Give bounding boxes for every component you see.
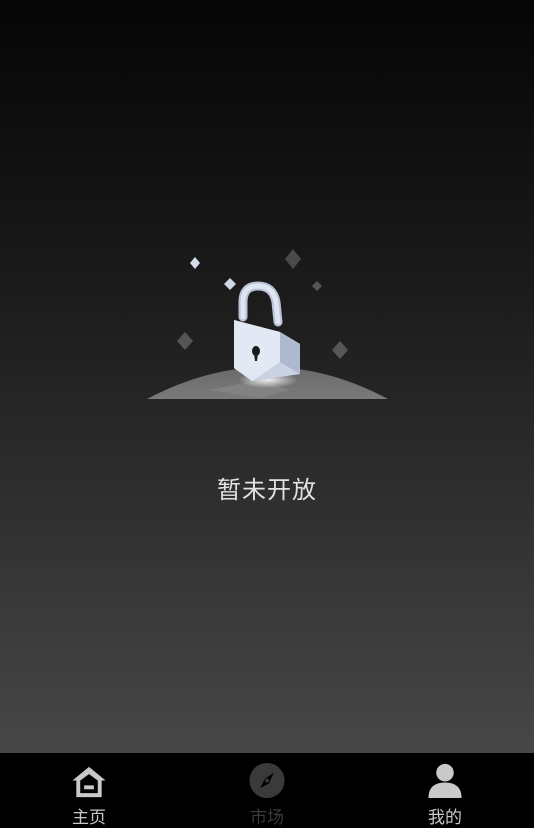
- tab-mine[interactable]: 我的: [356, 753, 534, 828]
- main-content: 暂未开放: [0, 0, 534, 753]
- bottom-tab-bar: 主页 市场 我的: [0, 753, 534, 828]
- empty-state-message: 暂未开放: [217, 476, 317, 504]
- lock-icon: [147, 249, 388, 399]
- home-icon: [72, 766, 106, 798]
- empty-state-illustration: [140, 240, 396, 410]
- tab-home-label: 主页: [72, 808, 106, 828]
- tab-market[interactable]: 市场: [178, 753, 356, 828]
- compass-icon: [249, 762, 285, 799]
- user-icon: [428, 763, 462, 799]
- tab-mine-label: 我的: [428, 808, 462, 828]
- tab-home[interactable]: 主页: [0, 753, 178, 828]
- tab-market-label: 市场: [250, 808, 284, 828]
